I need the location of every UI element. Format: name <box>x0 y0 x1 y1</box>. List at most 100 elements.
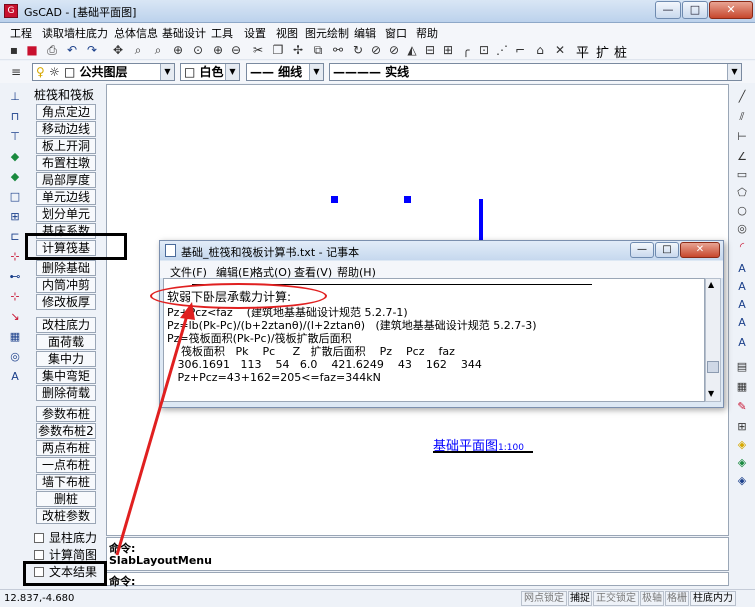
erase-icon[interactable]: ✕ <box>552 42 568 58</box>
move-edge-button[interactable]: 移动边线 <box>36 121 96 137</box>
one-point-pile-button[interactable]: 一点布桩 <box>36 457 96 473</box>
notepad-scrollbar[interactable]: ▲ ▼ <box>705 278 721 402</box>
properties-icon[interactable]: ⊞ <box>735 420 749 434</box>
layer-copy-icon[interactable]: ◈ <box>735 456 749 470</box>
column-icon[interactable]: ⊤ <box>8 130 22 144</box>
cut-icon[interactable]: ✂ <box>250 42 266 58</box>
notepad-maximize-button[interactable]: □ <box>655 242 679 258</box>
show-column-force-checkbox[interactable]: 显柱底力 <box>34 531 97 545</box>
text-icon[interactable]: A <box>735 262 749 276</box>
zoom-all-icon[interactable]: ⊕ <box>170 42 186 58</box>
binoculars-icon[interactable]: ◎ <box>8 350 22 364</box>
rotate-icon[interactable]: ↻ <box>350 42 366 58</box>
menu-edit[interactable]: 编辑 <box>354 25 376 41</box>
load-icon[interactable]: ⊹ <box>8 250 22 264</box>
place-pier-button[interactable]: 布置柱墩 <box>36 155 96 171</box>
copy-icon[interactable]: ❐ <box>270 42 286 58</box>
corner-icon[interactable]: ⌐ <box>512 42 528 58</box>
dimension-icon[interactable]: ⊢ <box>735 130 749 144</box>
polygon-icon[interactable]: ⬠ <box>735 186 749 200</box>
chevron-down-icon[interactable]: ▼ <box>225 64 239 80</box>
toolbar-plan-button[interactable]: 平 <box>576 42 589 61</box>
grid-box-icon[interactable]: ⊞ <box>8 210 22 224</box>
modify-column-force-button[interactable]: 改柱底力 <box>36 317 96 333</box>
notepad-minimize-button[interactable]: — <box>630 242 654 258</box>
color-select[interactable]: □ 白色 ▼ <box>180 63 240 81</box>
pile-icon[interactable]: ⊹ <box>8 290 22 304</box>
text-edit-icon[interactable]: A <box>735 298 749 312</box>
donut-icon[interactable]: ◎ <box>735 222 749 236</box>
mtext-icon[interactable]: A <box>735 280 749 294</box>
menu-tools[interactable]: 工具 <box>211 25 233 41</box>
table-icon[interactable]: ▦ <box>8 330 22 344</box>
menu-help[interactable]: 帮助 <box>416 25 438 41</box>
pan-icon[interactable]: ✥ <box>110 42 126 58</box>
grid-toggle[interactable]: 格栅 <box>665 591 689 606</box>
break-icon[interactable]: ⊞ <box>440 42 456 58</box>
extend-icon[interactable]: ⊘ <box>386 42 402 58</box>
layer-manager-icon[interactable]: ≡ <box>8 64 24 80</box>
building-icon[interactable]: ⌂ <box>532 42 548 58</box>
layer-select[interactable]: ♀ ☼ □ 公共图层 ▼ <box>32 63 175 81</box>
toolbar-extend-button[interactable]: 扩 <box>596 42 609 61</box>
zoom-realtime-icon[interactable]: ⌕ <box>130 42 146 58</box>
modify-thickness-button[interactable]: 修改板厚 <box>36 294 96 310</box>
text-scale-icon[interactable]: A <box>735 336 749 350</box>
surface-load-button[interactable]: 面荷载 <box>36 334 96 350</box>
move-icon[interactable]: ✢ <box>290 42 306 58</box>
redo-icon[interactable]: ↷ <box>84 42 100 58</box>
offset-icon[interactable]: ⧉ <box>310 42 326 58</box>
core-punching-button[interactable]: 内筒冲剪 <box>36 277 96 293</box>
modify-pile-param-button[interactable]: 改桩参数 <box>36 508 96 524</box>
column-force-toggle[interactable]: 柱底内力 <box>690 591 736 606</box>
wall-pile-button[interactable]: 墙下布桩 <box>36 474 96 490</box>
chevron-down-icon[interactable]: ▼ <box>727 64 741 80</box>
beam-icon[interactable]: ◆ <box>8 170 22 184</box>
linetype-select[interactable]: ———— 实线 ▼ <box>329 63 742 81</box>
fillet-icon[interactable]: ╭ <box>458 42 474 58</box>
polyline-icon[interactable]: ∠ <box>735 150 749 164</box>
delete-foundation-button[interactable]: 删除基础 <box>36 260 96 276</box>
element-edge-button[interactable]: 单元边线 <box>36 189 96 205</box>
zoom-window-icon[interactable]: ⌕ <box>150 42 166 58</box>
axis-icon[interactable]: ⊥ <box>8 90 22 104</box>
trim-icon[interactable]: ⊘ <box>368 42 384 58</box>
menu-draw[interactable]: 图元绘制 <box>305 25 349 41</box>
scroll-up-icon[interactable]: ▲ <box>708 280 714 289</box>
maximize-button[interactable]: □ <box>682 1 708 19</box>
dim-icon[interactable]: ⊏ <box>8 230 22 244</box>
ortho-toggle[interactable]: 正交锁定 <box>593 591 639 606</box>
scrollbar-thumb[interactable] <box>707 361 719 373</box>
measure-icon[interactable]: ⊷ <box>8 270 22 284</box>
hatch-icon[interactable]: ▤ <box>735 360 749 374</box>
rectangle-icon[interactable]: ▭ <box>735 168 749 182</box>
zoom-extents-icon[interactable]: ⊙ <box>190 42 206 58</box>
polar-toggle[interactable]: 极轴 <box>640 591 664 606</box>
slab-opening-button[interactable]: 板上开洞 <box>36 138 96 154</box>
line-icon[interactable]: ╱ <box>735 90 749 104</box>
chevron-down-icon[interactable]: ▼ <box>309 64 323 80</box>
delete-pile-button[interactable]: 删桩 <box>36 491 96 507</box>
minimize-button[interactable]: — <box>655 1 681 19</box>
lineweight-select[interactable]: —— 细线 ▼ <box>246 63 324 81</box>
block-icon[interactable]: ▦ <box>735 380 749 394</box>
stretch-icon[interactable]: ⊡ <box>476 42 492 58</box>
calc-diagram-checkbox[interactable]: 计算简图 <box>34 548 97 562</box>
command-input[interactable]: 命令: <box>106 572 729 588</box>
menu-window[interactable]: 窗口 <box>385 25 407 41</box>
print-icon[interactable]: ⎙ <box>44 42 60 58</box>
snap-toggle[interactable]: 捕捉 <box>568 591 592 606</box>
double-line-icon[interactable]: ⫽ <box>735 110 749 124</box>
wall-icon[interactable]: ◆ <box>8 150 22 164</box>
zoom-in-icon[interactable]: ⊕ <box>210 42 226 58</box>
array-icon[interactable]: ⊟ <box>422 42 438 58</box>
two-point-pile-button[interactable]: 两点布桩 <box>36 440 96 456</box>
delete-load-button[interactable]: 删除荷载 <box>36 385 96 401</box>
chamfer-icon[interactable]: ◭ <box>404 42 420 58</box>
divide-element-button[interactable]: 划分单元 <box>36 206 96 222</box>
menu-view[interactable]: 视图 <box>276 25 298 41</box>
arc-icon[interactable]: ◜ <box>735 240 749 254</box>
text-style-icon[interactable]: A <box>8 370 22 384</box>
save-icon[interactable]: ▪ <box>6 42 22 58</box>
toolbar-pile-button[interactable]: 桩 <box>614 42 627 61</box>
